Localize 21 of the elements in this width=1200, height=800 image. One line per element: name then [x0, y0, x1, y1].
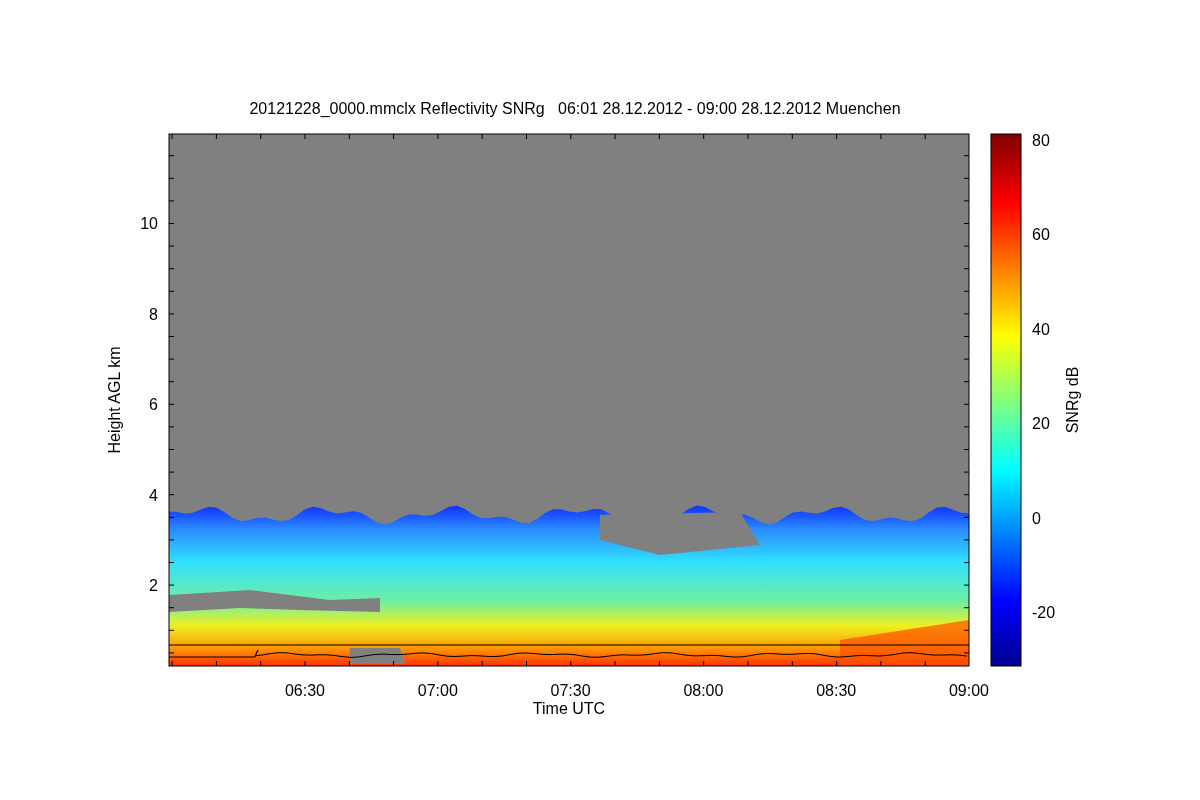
colorbar-label: SNRg dB — [1064, 366, 1081, 434]
y-tick-label: 10 — [140, 215, 158, 232]
x-tick-label: 06:30 — [285, 682, 325, 699]
colorbar-tick-label: 20 — [1032, 415, 1050, 433]
y-axis-label: Height AGL km — [106, 346, 123, 454]
colorbar-tick-label: 60 — [1032, 226, 1050, 244]
colorbar-tick-label: 80 — [1032, 132, 1050, 149]
y-tick-label: 8 — [149, 305, 158, 323]
colorbar-tick-label: 40 — [1032, 320, 1050, 338]
x-axis-label: Time UTC — [532, 700, 606, 717]
x-tick-label: 08:30 — [816, 682, 857, 699]
colorbar-tick-label: 0 — [1032, 509, 1041, 527]
y-tick-label: 2 — [149, 577, 158, 594]
x-tick-label: 07:00 — [417, 682, 458, 699]
y-tick-label: 6 — [149, 396, 158, 413]
colorbar-tick-label: -20 — [1032, 604, 1056, 621]
x-tick-label: 07:30 — [550, 682, 591, 699]
x-tick-label: 09:00 — [949, 682, 989, 699]
y-tick-label: 4 — [149, 486, 158, 504]
chart-title: 20121228_0000.mmclx Reflectivity SNRg 06:01 28.12.2012 - 09:00 28.12.2012 Muenchen — [249, 100, 901, 117]
x-tick-label: 08:00 — [683, 682, 724, 699]
